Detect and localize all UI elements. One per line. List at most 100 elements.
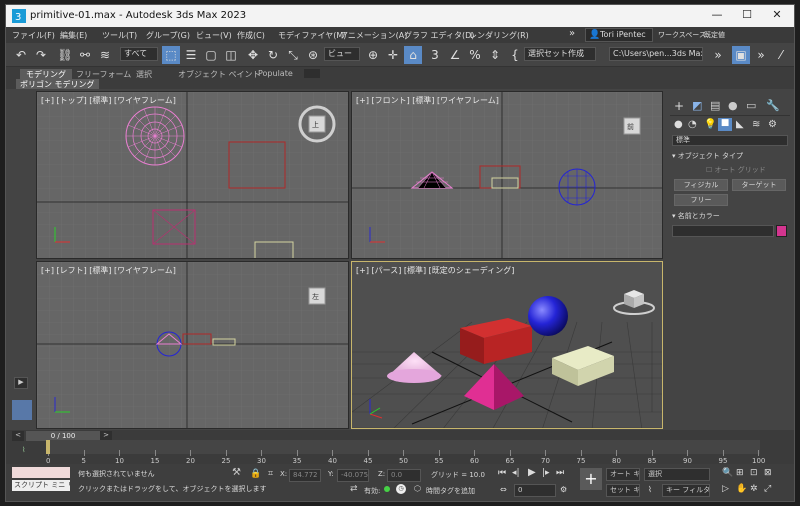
- pivot-center-icon[interactable]: ⊕: [364, 46, 382, 64]
- minimize-button[interactable]: —: [702, 8, 732, 24]
- toolbar-overflow-icon[interactable]: »: [752, 46, 770, 64]
- track-bar[interactable]: 0 5 10 15 20 25 30 35 40 45 50 55 60 65 70 75 80 85 90 95 10…: [46, 440, 765, 465]
- goto-end-icon[interactable]: ⏭: [556, 468, 564, 478]
- rollout-object-type-header[interactable]: ▾ オブジェクト タイプ: [672, 151, 788, 161]
- ribbon-tab-selection[interactable]: 選択: [136, 69, 152, 79]
- physical-camera-button[interactable]: フィジカル: [674, 179, 728, 191]
- time-slider-prev-button[interactable]: <: [12, 431, 24, 441]
- window-crossing-icon[interactable]: ◫: [222, 46, 240, 64]
- slate-material-icon[interactable]: ⁄: [772, 46, 790, 64]
- viewport-front[interactable]: [+] [フロント] [標準] [ワイヤフレーム] 前: [351, 91, 663, 259]
- set-key-button[interactable]: セット キー: [606, 484, 640, 497]
- lights-icon[interactable]: 💡: [704, 119, 716, 130]
- percent-snap-icon[interactable]: %: [466, 46, 484, 64]
- menu-modifiers[interactable]: モディファイヤ(M): [278, 30, 346, 41]
- menu-overflow-button[interactable]: »: [569, 28, 575, 39]
- rotate-icon[interactable]: ↻: [264, 46, 282, 64]
- viewport-layouts-expand-icon[interactable]: ▶: [14, 377, 28, 389]
- menu-animation[interactable]: アニメーション(A): [340, 30, 407, 41]
- bind-space-warp-icon[interactable]: ≋: [96, 46, 114, 64]
- user-account-button[interactable]: 👤 Tori iPentec: [585, 28, 653, 42]
- isolate-selection-icon[interactable]: ⚒: [232, 467, 241, 478]
- selection-filter-select[interactable]: すべて: [120, 47, 158, 61]
- viewport-left[interactable]: [+] [レフト] [標準] [ワイヤフレーム] 左: [36, 261, 349, 429]
- edit-named-selection-icon[interactable]: {: [506, 46, 524, 64]
- menu-edit[interactable]: 編集(E): [60, 30, 87, 41]
- ribbon-tab-freeform[interactable]: フリーフォーム: [76, 69, 131, 79]
- angle-snap-icon[interactable]: ∠: [446, 46, 464, 64]
- select-by-name-icon[interactable]: ☰: [182, 46, 200, 64]
- target-camera-button[interactable]: ターゲット: [732, 179, 786, 191]
- zoom-all-icon[interactable]: ⊞: [736, 468, 744, 478]
- y-coordinate-field[interactable]: -40.075: [337, 469, 369, 482]
- modify-panel-icon[interactable]: ◩: [692, 99, 702, 112]
- menu-graph-editors[interactable]: グラフ エディタ(D): [404, 30, 474, 41]
- menu-group[interactable]: グループ(G): [146, 30, 190, 41]
- link-icon[interactable]: ⛓: [56, 46, 74, 64]
- category-select[interactable]: 標準: [672, 135, 788, 146]
- zoom-extents-all-icon[interactable]: ⊠: [764, 468, 772, 478]
- rect-selection-icon[interactable]: ▢: [202, 46, 220, 64]
- selection-lock-icon[interactable]: 🔒: [250, 469, 261, 479]
- ribbon-tab-modeling[interactable]: モデリング: [20, 69, 72, 79]
- viewport-top[interactable]: [+] [トップ] [標準] [ワイヤフレーム] 上: [36, 91, 349, 259]
- current-frame-marker[interactable]: [46, 440, 50, 454]
- field-of-view-icon[interactable]: ▷: [722, 484, 729, 494]
- spinner-snap-icon[interactable]: ⇕: [486, 46, 504, 64]
- menu-file[interactable]: ファイル(F): [12, 30, 55, 41]
- snaps-toggle-icon[interactable]: 3: [426, 46, 444, 64]
- play-icon[interactable]: ▶: [528, 467, 536, 478]
- adaptive-degradation-icon[interactable]: ⇄: [350, 484, 358, 494]
- viewcube-top-label[interactable]: 上: [312, 120, 319, 130]
- project-overflow-icon[interactable]: »: [709, 46, 727, 64]
- maxscript-listener-field[interactable]: [12, 467, 70, 478]
- ribbon-subtab-polygon-modeling[interactable]: ポリゴン モデリング: [16, 79, 99, 89]
- named-selection-set-select[interactable]: 選択セット作成: [524, 47, 596, 61]
- redo-icon[interactable]: ↷: [32, 46, 50, 64]
- zoom-icon[interactable]: 🔍: [722, 468, 733, 478]
- helpers-icon[interactable]: ◣: [736, 119, 744, 130]
- project-path-field[interactable]: C:\Users\pen...3ds Max 2023: [609, 47, 703, 61]
- hierarchy-panel-icon[interactable]: ▤: [710, 99, 720, 112]
- select-object-icon[interactable]: ⬚: [162, 46, 180, 64]
- zoom-extents-icon[interactable]: ⊡: [750, 468, 758, 478]
- scale-icon[interactable]: ⤡: [284, 46, 302, 64]
- create-panel-icon[interactable]: +: [674, 99, 684, 113]
- viewport-perspective-label[interactable]: [+] [パース] [標準] [既定のシェーディング]: [356, 265, 514, 276]
- object-name-field[interactable]: [672, 225, 774, 237]
- menu-tools[interactable]: ツール(T): [102, 30, 137, 41]
- rollout-name-color-header[interactable]: ▾ 名前とカラー: [672, 211, 788, 221]
- ribbon-options-icon[interactable]: [304, 69, 320, 78]
- current-frame-field[interactable]: 0: [514, 484, 556, 497]
- pan-view-icon[interactable]: ✋: [736, 484, 747, 494]
- ribbon-tab-populate[interactable]: Populate: [258, 69, 293, 79]
- menu-create[interactable]: 作成(C): [237, 30, 265, 41]
- goto-start-icon[interactable]: ⏮: [498, 468, 506, 478]
- close-button[interactable]: ✕: [762, 8, 792, 24]
- x-coordinate-field[interactable]: 84.772: [289, 469, 321, 482]
- z-coordinate-field[interactable]: 0.0: [387, 469, 421, 482]
- prev-frame-icon[interactable]: ◂|: [512, 468, 520, 478]
- viewport-front-label[interactable]: [+] [フロント] [標準] [ワイヤフレーム]: [356, 95, 499, 106]
- placement-icon[interactable]: ⊛: [304, 46, 322, 64]
- auto-key-button[interactable]: オート キー: [606, 468, 640, 481]
- free-camera-button[interactable]: フリー: [674, 194, 728, 206]
- ribbon-tab-object-paint[interactable]: オブジェクト ペイント: [178, 69, 261, 79]
- unlink-icon[interactable]: ⚯: [76, 46, 94, 64]
- shapes-icon[interactable]: ◔: [688, 119, 697, 130]
- utilities-panel-icon[interactable]: 🔧: [766, 99, 780, 112]
- geometry-icon[interactable]: ●: [674, 119, 683, 130]
- maximize-button[interactable]: ☐: [732, 8, 762, 24]
- display-panel-icon[interactable]: ▭: [746, 99, 756, 112]
- key-filters-button[interactable]: キー フィルタ...: [662, 484, 710, 497]
- systems-icon[interactable]: ⚙: [768, 119, 777, 130]
- orbit-icon[interactable]: ✲: [750, 484, 758, 494]
- time-tag-icon[interactable]: ◷: [396, 484, 406, 494]
- next-frame-icon[interactable]: |▸: [542, 468, 550, 478]
- maximize-viewport-icon[interactable]: ⤢: [764, 484, 771, 494]
- space-warps-icon[interactable]: ≋: [752, 119, 760, 130]
- absolute-mode-icon[interactable]: ⌗: [268, 469, 273, 479]
- menu-view[interactable]: ビュー(V): [196, 30, 232, 41]
- workspace-select[interactable]: 既定値: [704, 30, 725, 40]
- add-time-tag-text[interactable]: 時間タグを追加: [426, 486, 475, 496]
